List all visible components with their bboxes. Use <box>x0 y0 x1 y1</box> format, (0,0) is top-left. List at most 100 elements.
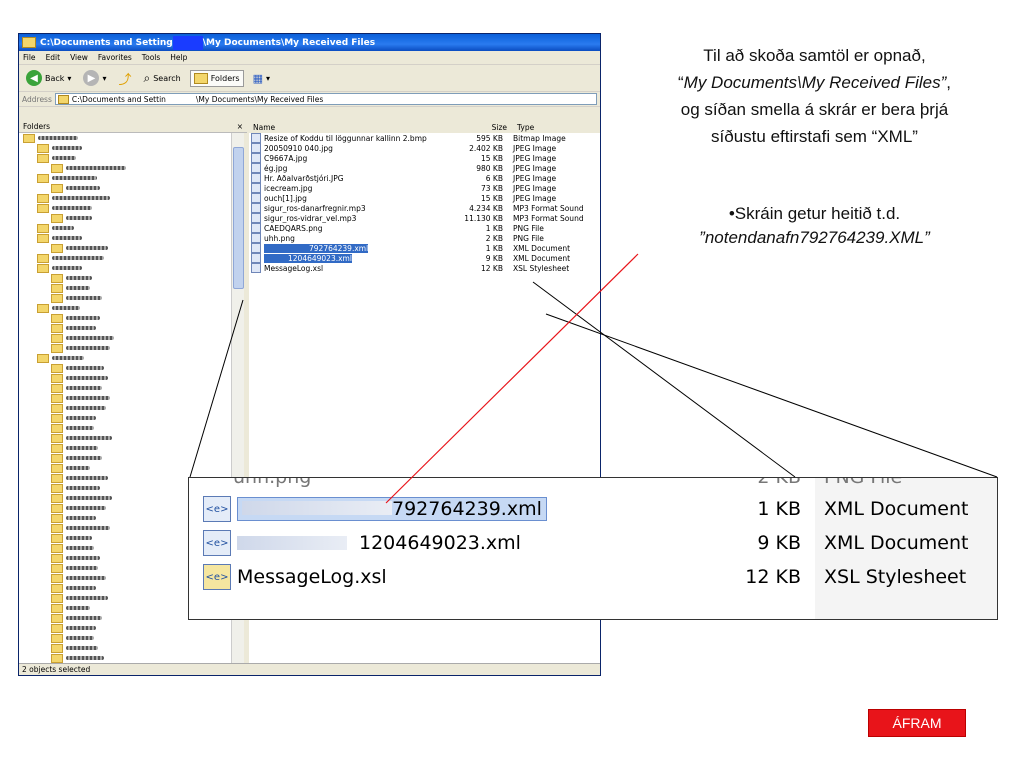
tree-folder-item[interactable] <box>19 213 231 223</box>
tree-folder-item[interactable] <box>19 183 231 193</box>
folder-icon <box>37 263 49 273</box>
file-row[interactable]: ouch[1].jpg 15 KB JPEG Image <box>249 193 600 203</box>
redacted-folder-name <box>66 656 104 660</box>
file-name: uhh.png <box>264 233 295 243</box>
tree-folder-item[interactable] <box>19 233 231 243</box>
zoom-file-name: 1204649023.xml <box>359 532 521 554</box>
tree-folder-item[interactable] <box>19 283 231 293</box>
file-row[interactable]: uhh.png 2 KB PNG File <box>249 233 600 243</box>
search-button[interactable]: ⌕ Search <box>140 69 183 88</box>
menu-view[interactable]: View <box>70 53 88 62</box>
title-bar[interactable]: C:\Documents and Setting \My Documents\M… <box>19 34 600 51</box>
menu-tools[interactable]: Tools <box>142 53 160 62</box>
tree-folder-item[interactable] <box>19 323 231 333</box>
address-value: C:\Documents and Settin <box>71 94 166 104</box>
forward-button[interactable]: ▶ ▾ <box>80 68 109 88</box>
folders-button[interactable]: Folders <box>189 69 244 87</box>
tree-folder-item[interactable] <box>19 633 231 643</box>
tree-folder-item[interactable] <box>19 243 231 253</box>
scrollbar-thumb[interactable] <box>233 147 244 289</box>
zoom-row-2[interactable]: <e> 1204649023.xml 9 KB XML Document <box>189 526 997 560</box>
tree-folder-item[interactable] <box>19 343 231 353</box>
tree-folder-item[interactable] <box>19 163 231 173</box>
file-name-cell: ouch[1].jpg <box>249 193 461 203</box>
zoom-row-3[interactable]: <e> MessageLog.xsl 12 KB XSL Stylesheet <box>189 560 997 594</box>
menu-edit[interactable]: Edit <box>46 53 61 62</box>
file-row[interactable]: Hr. Aðalvarðstjóri.JPG 6 KB JPEG Image <box>249 173 600 183</box>
zoom-row-1[interactable]: <e> 792764239.xml 1 KB XML Document <box>189 492 997 526</box>
file-name-cell: uhh.png <box>249 233 461 243</box>
up-button[interactable]: ⤴ <box>115 67 134 90</box>
column-name[interactable]: Name <box>249 123 461 132</box>
tree-folder-item[interactable] <box>19 203 231 213</box>
column-type[interactable]: Type <box>507 123 534 132</box>
redacted-folder-name <box>66 316 100 320</box>
tree-folder-item[interactable] <box>19 333 231 343</box>
file-row[interactable]: sigur_ros-danarfregnir.mp3 4.234 KB MP3 Fo… <box>249 203 600 213</box>
tree-folder-item[interactable] <box>19 153 231 163</box>
menu-bar: File Edit View Favorites Tools Help <box>19 51 600 65</box>
tree-folder-item[interactable] <box>19 143 231 153</box>
file-row[interactable]: CAEDQARS.png 1 KB PNG File <box>249 223 600 233</box>
tree-folder-item[interactable] <box>19 403 231 413</box>
tree-folder-item[interactable] <box>19 273 231 283</box>
redacted-folder-name <box>52 206 92 210</box>
zoom-file-name: 792764239.xml <box>392 498 542 520</box>
tree-folder-item[interactable] <box>19 313 231 323</box>
close-icon[interactable]: × <box>237 122 243 131</box>
tree-folder-item[interactable] <box>19 353 231 363</box>
tree-folder-item[interactable] <box>19 423 231 433</box>
file-row[interactable]: 20050910 040.jpg 2.402 KB JPEG Image <box>249 143 600 153</box>
redacted-folder-name <box>66 636 94 640</box>
file-row[interactable]: C9667A.jpg 15 KB JPEG Image <box>249 153 600 163</box>
tree-folder-item[interactable] <box>19 413 231 423</box>
file-row[interactable]: ég.jpg 980 KB JPEG Image <box>249 163 600 173</box>
column-size[interactable]: Size <box>461 123 507 132</box>
folder-icon <box>37 173 49 183</box>
zoom-callout-line-right <box>545 313 998 478</box>
tree-folder-item[interactable] <box>19 653 231 663</box>
tree-folder-item[interactable] <box>19 173 231 183</box>
folder-icon <box>51 603 63 613</box>
folder-icon <box>51 623 63 633</box>
file-size: 15 KB <box>481 193 503 203</box>
tree-folder-item[interactable] <box>19 263 231 273</box>
file-row[interactable]: 792764239.xml 1 KB XML Document <box>249 243 600 253</box>
address-value-rest: \My Documents\My Received Files <box>195 94 324 104</box>
tree-folder-item[interactable] <box>19 253 231 263</box>
tree-folder-item[interactable] <box>19 443 231 453</box>
file-name: 20050910 040.jpg <box>264 143 333 153</box>
tree-folder-item[interactable] <box>19 433 231 443</box>
tree-folder-item[interactable] <box>19 463 231 473</box>
back-button[interactable]: ◀ Back ▾ <box>23 68 74 88</box>
tree-folder-item[interactable] <box>19 363 231 373</box>
tree-folder-item[interactable] <box>19 453 231 463</box>
file-row[interactable]: sigur_ros-vidrar_vel.mp3 11.130 KB MP3 For… <box>249 213 600 223</box>
menu-favorites[interactable]: Favorites <box>98 53 132 62</box>
redacted-folder-name <box>52 266 82 270</box>
redacted-folder-name <box>52 306 80 310</box>
tree-folder-item[interactable] <box>19 383 231 393</box>
folder-icon <box>51 523 63 533</box>
tree-folder-item[interactable] <box>19 293 231 303</box>
address-input[interactable]: C:\Documents and Settin \My Documents\My… <box>54 93 597 105</box>
redacted-folder-name <box>66 346 110 350</box>
views-button[interactable]: ▦ ▾ <box>250 70 273 87</box>
tree-folder-item[interactable] <box>19 133 231 143</box>
tree-folder-item[interactable] <box>19 193 231 203</box>
next-button[interactable]: ÁFRAM <box>868 709 966 737</box>
menu-help[interactable]: Help <box>170 53 187 62</box>
tree-folder-item[interactable] <box>19 393 231 403</box>
tree-folder-item[interactable] <box>19 623 231 633</box>
file-row[interactable]: icecream.jpg 73 KB JPEG Image <box>249 183 600 193</box>
file-name: sigur_ros-danarfregnir.mp3 <box>264 203 366 213</box>
search-icon: ⌕ <box>143 70 151 85</box>
tree-folder-item[interactable] <box>19 373 231 383</box>
menu-file[interactable]: File <box>23 53 36 62</box>
file-row[interactable]: Resize of Koddu til löggunnar kallinn 2.… <box>249 133 600 143</box>
file-row[interactable]: MessageLog.xsl 12 KB XSL Stylesheet <box>249 263 600 273</box>
tree-folder-item[interactable] <box>19 303 231 313</box>
tree-folder-item[interactable] <box>19 643 231 653</box>
tree-folder-item[interactable] <box>19 223 231 233</box>
file-row[interactable]: 1204649023.xml 9 KB XML Document <box>249 253 600 263</box>
